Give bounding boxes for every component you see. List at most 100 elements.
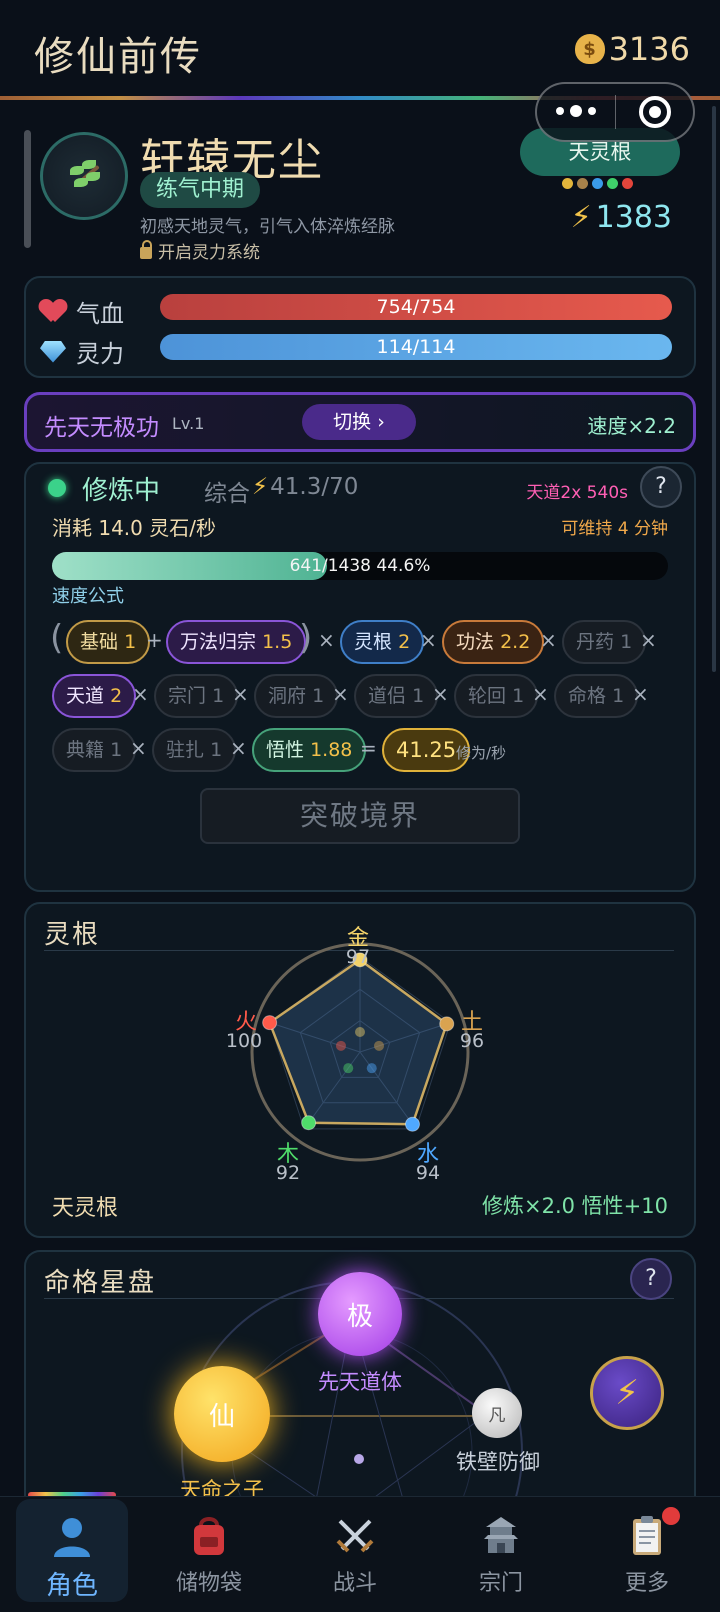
cultivation-progress-text: 641/1438 44.6% bbox=[289, 556, 431, 576]
active-status-dot bbox=[48, 479, 66, 497]
close-miniprogram-icon[interactable] bbox=[616, 96, 693, 128]
speed-formula-label: 速度公式 bbox=[52, 586, 124, 607]
wood-inner-point bbox=[343, 1063, 354, 1074]
factor-insight[interactable]: 悟性 1.88 bbox=[252, 728, 367, 772]
factor-base[interactable]: 基础 1 bbox=[66, 620, 151, 664]
coin-balance: $ 3136 bbox=[574, 30, 690, 68]
factor-station[interactable]: 驻扎 1 bbox=[152, 728, 237, 772]
sustain-duration: 可维持 4 分钟 bbox=[561, 519, 668, 539]
factor-sect-art[interactable]: 万法归宗 1.5 bbox=[166, 620, 307, 664]
spirit-root-name: 天灵根 bbox=[52, 1196, 119, 1221]
spirit-root-title: 灵根 bbox=[44, 920, 101, 950]
nav-item-sect[interactable]: 宗门 bbox=[428, 1497, 574, 1612]
times-operator: × bbox=[230, 736, 247, 760]
technique-name: 先天无极功 bbox=[44, 415, 159, 441]
water-inner-point bbox=[366, 1063, 377, 1074]
times-operator: × bbox=[332, 682, 349, 706]
spirit-root-bonus: 修炼×2.0 悟性+10 bbox=[482, 1194, 668, 1218]
character-icon bbox=[54, 1518, 90, 1557]
times-operator: × bbox=[640, 628, 657, 652]
lightning-icon: ⚡ bbox=[570, 200, 592, 235]
nav-item-battle[interactable]: 战斗 bbox=[282, 1497, 428, 1612]
factor-root[interactable]: 灵根 2 bbox=[340, 620, 425, 664]
coin-count: 3136 bbox=[608, 30, 690, 68]
combat-power-value: 1383 bbox=[595, 200, 672, 235]
app-title: 修仙前传 bbox=[34, 34, 202, 80]
realm-badge: 练气中期 bbox=[140, 172, 261, 208]
technique-speed: 速度×2.2 bbox=[587, 414, 676, 438]
fate-node-fan[interactable]: 凡 bbox=[472, 1388, 522, 1438]
water-value: 94 bbox=[415, 1162, 441, 1184]
fate-node-ji-label: 先天道体 bbox=[318, 1370, 402, 1394]
cultivation-help-button[interactable]: ? bbox=[640, 466, 682, 508]
lightning-icon: ⚡ bbox=[252, 474, 269, 500]
avatar[interactable] bbox=[40, 132, 128, 220]
fire-value: 100 bbox=[225, 1030, 263, 1052]
factor-reincarnation[interactable]: 轮回 1 bbox=[454, 674, 539, 718]
nav-label: 更多 bbox=[624, 1571, 669, 1596]
element-dot bbox=[607, 178, 618, 189]
water-point bbox=[404, 1116, 420, 1132]
times-operator: × bbox=[632, 682, 649, 706]
crossed-swords-icon bbox=[336, 1519, 374, 1553]
times-operator: × bbox=[532, 682, 549, 706]
nav-label: 角色 bbox=[45, 1571, 98, 1601]
times-operator: × bbox=[132, 682, 149, 706]
breakthrough-button[interactable]: 突破境界 bbox=[200, 788, 520, 844]
factor-fate[interactable]: 命格 1 bbox=[554, 674, 639, 718]
result-unit: 修为/秒 bbox=[456, 744, 507, 762]
hp-row: 气血 bbox=[40, 294, 146, 329]
element-dot bbox=[592, 178, 603, 189]
open-paren: ( bbox=[50, 618, 64, 658]
times-operator: × bbox=[232, 682, 249, 706]
times-operator: × bbox=[130, 736, 147, 760]
nav-item-more[interactable]: 更多 bbox=[574, 1497, 720, 1612]
factor-pill[interactable]: 丹药 1 bbox=[562, 620, 647, 664]
factor-technique[interactable]: 功法 2.2 bbox=[442, 620, 545, 664]
hp-bar: 754/754 bbox=[160, 294, 672, 320]
times-operator: × bbox=[540, 628, 557, 652]
factor-classics[interactable]: 典籍 1 bbox=[52, 728, 137, 772]
fate-power-button[interactable]: ⚡ bbox=[590, 1356, 664, 1430]
factor-heaven[interactable]: 天道 2 bbox=[52, 674, 137, 718]
sect-pagoda-icon bbox=[484, 1517, 518, 1553]
nav-item-character[interactable]: 角色 bbox=[16, 1499, 128, 1602]
mp-label: 灵力 bbox=[76, 340, 124, 368]
metal-value: 97 bbox=[345, 946, 371, 968]
factor-cave[interactable]: 洞府 1 bbox=[254, 674, 339, 718]
element-dot bbox=[577, 178, 588, 189]
more-menu-icon[interactable] bbox=[537, 105, 615, 117]
fate-help-button[interactable]: ? bbox=[630, 1258, 672, 1300]
equals-operator: = bbox=[360, 736, 377, 760]
cultivation-status: 修炼中 bbox=[82, 476, 161, 506]
realm-description: 初感天地灵气，引气入体淬炼经脉 bbox=[140, 217, 395, 237]
element-dots bbox=[562, 178, 633, 189]
fate-node-xian[interactable]: 仙 bbox=[174, 1366, 270, 1462]
star-point bbox=[354, 1454, 364, 1464]
profile-side-handle bbox=[24, 130, 31, 248]
lightning-icon: ⚡ bbox=[615, 1373, 639, 1413]
wood-point bbox=[301, 1115, 317, 1131]
switch-technique-button[interactable]: 切换 › bbox=[302, 404, 416, 440]
fate-node-ji[interactable]: 极 bbox=[318, 1272, 402, 1356]
heaven-bonus-timer: 天道2x 540s bbox=[526, 483, 628, 503]
radar-value-shape bbox=[268, 958, 449, 1126]
element-dot bbox=[562, 178, 573, 189]
times-operator: × bbox=[420, 628, 437, 652]
technique-level: Lv.1 bbox=[172, 414, 205, 433]
stone-consumption: 消耗 14.0 灵石/秒 bbox=[52, 516, 216, 540]
times-operator: × bbox=[432, 682, 449, 706]
plus-operator: + bbox=[146, 628, 163, 652]
nav-label: 储物袋 bbox=[175, 1571, 242, 1596]
fate-title: 命格星盘 bbox=[44, 1268, 157, 1298]
close-paren: ) bbox=[299, 618, 313, 658]
factor-sect[interactable]: 宗门 1 bbox=[154, 674, 239, 718]
diamond-icon bbox=[40, 340, 66, 363]
scrollbar[interactable] bbox=[712, 106, 716, 672]
factor-partner[interactable]: 道侣 1 bbox=[354, 674, 439, 718]
heart-icon bbox=[40, 300, 66, 324]
nav-label: 宗门 bbox=[478, 1571, 523, 1596]
nav-item-storage[interactable]: 储物袋 bbox=[136, 1497, 282, 1612]
nav-label: 战斗 bbox=[332, 1571, 377, 1596]
earth-inner-point bbox=[374, 1040, 385, 1051]
